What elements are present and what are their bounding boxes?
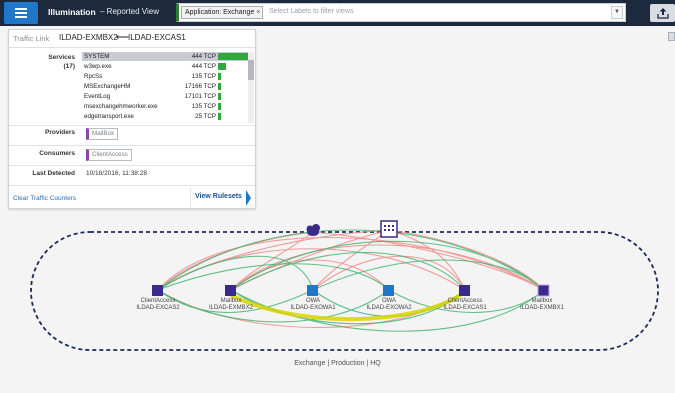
service-name: RpcSs: [84, 73, 103, 80]
panel-header: Traffic Link ILDAD-EXMBX2 ⟵ ILDAD-EXCAS1: [9, 30, 255, 48]
traffic-link-label: Traffic Link: [13, 34, 50, 43]
label-filter-input[interactable]: Application: Exchange × Select Labels to …: [176, 3, 626, 22]
node-label: OWA ILDAD-EXOWA1: [278, 298, 348, 312]
services-count: (17): [63, 63, 75, 70]
service-count: 135 TCP: [191, 103, 216, 110]
service-row[interactable]: edgetransport.exe 25 TCP: [82, 112, 248, 121]
filter-chip-label: Application: Exchange: [185, 9, 255, 16]
traffic-link-panel: Traffic Link ILDAD-EXMBX2 ⟵ ILDAD-EXCAS1…: [8, 29, 256, 209]
consumers-label: Consumers: [39, 150, 75, 157]
illumination-graph[interactable]: [0, 210, 675, 360]
service-row[interactable]: SYSTEM 444 TCP: [82, 52, 248, 61]
service-count: 25 TCP: [195, 113, 216, 120]
filter-placeholder: Select Labels to filter views: [269, 8, 354, 15]
traffic-link[interactable]: [157, 229, 545, 291]
workload-node[interactable]: [307, 285, 318, 296]
allowed-links: [157, 229, 545, 332]
cloud-icon[interactable]: [306, 224, 321, 236]
node-name: ILDAD-EXCAS2: [136, 305, 180, 311]
node-role: ClientAccess: [140, 298, 176, 304]
service-name: msexchangehmworker.exe: [84, 103, 158, 110]
node-label: OWA ILDAD-EXOWA2: [354, 298, 424, 312]
last-detected-label: Last Detected: [32, 170, 75, 177]
source-workload: ILDAD-EXMBX2: [59, 33, 118, 42]
service-count: 135 TCP: [191, 73, 216, 80]
workload-node[interactable]: [459, 285, 470, 296]
view-rulesets-label: View Rulesets: [195, 193, 242, 200]
divider: [9, 125, 255, 126]
left-arrow-icon: ⟵: [116, 32, 129, 42]
workload-node[interactable]: [383, 285, 394, 296]
traffic-link[interactable]: [312, 255, 466, 291]
service-bar: [218, 73, 221, 80]
service-count: 17101 TCP: [184, 93, 216, 100]
group-boundary: [30, 231, 659, 351]
service-name: EventLog: [84, 93, 111, 100]
node-label: ClientAccess ILDAD-EXCAS2: [123, 298, 193, 312]
view-title: – Reported View: [100, 7, 159, 16]
service-name: edgetransport.exe: [84, 113, 134, 120]
node-role: Mailbox: [531, 298, 553, 304]
service-count: 17166 TCP: [184, 83, 216, 90]
service-bar: [218, 53, 248, 60]
node-label: ClientAccess ILDAD-EXCAS1: [430, 298, 500, 312]
app-title: Illumination: [48, 7, 96, 17]
service-count: 444 TCP: [191, 53, 216, 60]
datacenter-icon[interactable]: [380, 220, 398, 238]
divider: [9, 165, 255, 166]
service-bar: [218, 63, 226, 70]
service-name: MSExchangeHM: [84, 83, 131, 90]
clear-traffic-counters-link[interactable]: Clear Traffic Counters: [13, 195, 76, 202]
providers-label: Providers: [45, 129, 75, 136]
view-rulesets-button[interactable]: View Rulesets: [190, 188, 251, 208]
service-bar: [218, 113, 221, 120]
node-name: ILDAD-EXMBX2: [208, 305, 253, 311]
service-name: SYSTEM: [84, 53, 110, 60]
service-row[interactable]: MSExchangeHM 17166 TCP: [82, 82, 248, 91]
panel-footer: Clear Traffic Counters View Rulesets: [9, 185, 255, 209]
consumer-label-chip: ClientAccess: [86, 149, 132, 161]
node-name: ILDAD-EXMBX1: [519, 305, 564, 311]
service-row[interactable]: msexchangehmworker.exe 135 TCP: [82, 102, 248, 111]
menu-icon[interactable]: [4, 2, 38, 24]
services-label: Services: [48, 54, 75, 61]
provider-label-chip: MailBox: [86, 128, 119, 140]
service-bar: [218, 93, 221, 100]
chevron-down-icon[interactable]: ▼: [611, 6, 623, 19]
node-label: Mailbox ILDAD-EXMBX1: [507, 298, 577, 312]
top-bar: Illumination – Reported View Application…: [0, 0, 675, 26]
node-name: ILDAD-EXCAS1: [443, 305, 487, 311]
node-role: Mailbox: [220, 298, 242, 304]
divider: [9, 145, 255, 146]
sidebar-toggle-icon[interactable]: [668, 32, 675, 41]
node-role: OWA: [381, 298, 397, 304]
service-row[interactable]: RpcSs 135 TCP: [82, 72, 248, 81]
node-role: OWA: [305, 298, 321, 304]
workload-node[interactable]: [225, 285, 236, 296]
node-name: ILDAD-EXOWA2: [366, 305, 412, 311]
destination-workload: ILDAD-EXCAS1: [128, 33, 186, 42]
workload-node[interactable]: [537, 284, 550, 297]
services-list[interactable]: SYSTEM 444 TCP w3wp.exe 444 TCP RpcSs 13…: [82, 52, 248, 123]
workload-node[interactable]: [152, 285, 163, 296]
chip-close-icon[interactable]: ×: [256, 9, 260, 16]
service-row[interactable]: EventLog 17101 TCP: [82, 92, 248, 101]
chevron-right-icon: [246, 190, 251, 206]
services-scrollbar[interactable]: [248, 52, 254, 123]
service-name: w3wp.exe: [84, 63, 112, 70]
node-label: Mailbox ILDAD-EXMBX2: [196, 298, 266, 312]
service-count: 444 TCP: [191, 63, 216, 70]
service-row[interactable]: w3wp.exe 444 TCP: [82, 62, 248, 71]
filter-chip: Application: Exchange ×: [181, 6, 264, 19]
node-name: ILDAD-EXOWA1: [290, 305, 336, 311]
group-label[interactable]: Exchange | Production | HQ: [0, 360, 675, 367]
traffic-link[interactable]: [312, 231, 545, 291]
last-detected-value: 10/18/2016, 11:38:28: [86, 170, 147, 177]
node-role: ClientAccess: [447, 298, 483, 304]
service-bar: [218, 103, 221, 110]
scrollbar-thumb[interactable]: [248, 60, 254, 80]
service-bar: [218, 83, 221, 90]
export-icon[interactable]: [650, 4, 675, 22]
